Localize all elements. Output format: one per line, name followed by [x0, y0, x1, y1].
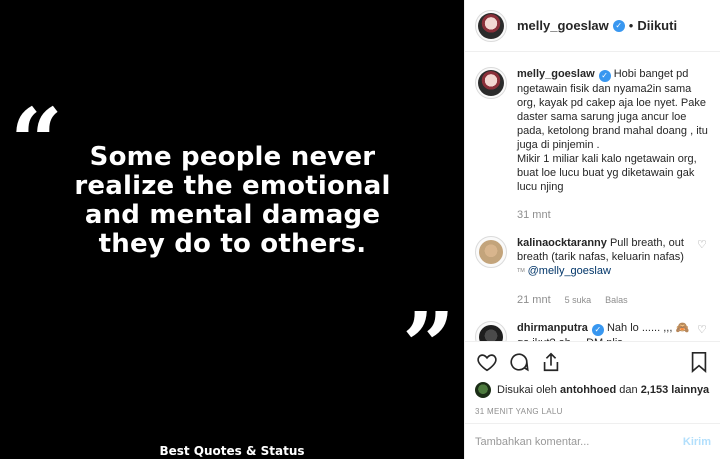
mention-link[interactable]: @melly_goeslaw: [528, 265, 611, 277]
post-timestamp[interactable]: 31 MENIT YANG LALU: [475, 407, 711, 416]
quote-text: Some people never realize the emotional …: [60, 143, 405, 259]
quote-line: Some people never: [89, 142, 376, 172]
post-image[interactable]: “ Some people never realize the emotiona…: [0, 0, 464, 459]
caption-row: melly_goeslaw ✓ Hobi banget pd ngetawain …: [475, 67, 709, 222]
caption-body: melly_goeslaw ✓ Hobi banget pd ngetawain …: [517, 67, 709, 222]
comment-like-count[interactable]: 5 suka: [565, 293, 592, 307]
post-comment-button[interactable]: Kirim: [683, 436, 711, 448]
post-actions-section: Disukai oleh antohhoed dan 2,153 lainnya…: [465, 341, 720, 416]
image-credit: Best Quotes & Status: [159, 444, 305, 458]
comment-input[interactable]: [475, 435, 683, 448]
caption-avatar-image: [478, 70, 504, 96]
comment-icon[interactable]: [507, 350, 531, 374]
caption-text-line2: Mikir 1 miliar kali kalo ngetawain org, …: [517, 153, 697, 193]
verified-badge-icon: ✓: [591, 324, 604, 336]
comment-row: kalinaocktaranny Pull breath, out breath…: [475, 236, 709, 307]
follow-status-button[interactable]: Diikuti: [637, 18, 677, 33]
liker-username[interactable]: antohhoed: [560, 384, 616, 396]
author-avatar[interactable]: [475, 9, 507, 42]
post-side-panel: melly_goeslaw ✓ • Diikuti melly_goeslaw ✓…: [464, 0, 720, 459]
close-quote-mark: ”: [402, 292, 455, 400]
commenter-username[interactable]: kalinaocktaranny: [517, 237, 607, 249]
comment-mention-line: ᵀᴹ @melly_goeslaw: [517, 264, 691, 279]
caption-time[interactable]: 31 mnt: [517, 208, 551, 222]
separator-dot: •: [628, 18, 634, 33]
caption-meta: 31 mnt: [517, 208, 709, 222]
comment-like-heart-icon[interactable]: ♡: [697, 240, 707, 251]
likes-summary: Disukai oleh antohhoed dan 2,153 lainnya: [475, 382, 711, 398]
heart-icon[interactable]: [475, 350, 499, 374]
add-comment-bar: Kirim: [465, 423, 720, 459]
quote-line: and mental damage: [84, 200, 381, 230]
comments-list[interactable]: melly_goeslaw ✓ Hobi banget pd ngetawain …: [465, 53, 720, 341]
comment-body: kalinaocktaranny Pull breath, out breath…: [517, 236, 709, 307]
commenter-username[interactable]: dhirmanputra: [517, 322, 588, 334]
author-username[interactable]: melly_goeslaw: [517, 18, 609, 33]
translate-icon: ᵀᴹ: [517, 267, 525, 276]
author-avatar-image: [478, 12, 504, 39]
comment-time[interactable]: 21 mnt: [517, 293, 551, 307]
quote-line: they do to others.: [98, 229, 367, 259]
caption-avatar[interactable]: [475, 67, 507, 99]
likes-count[interactable]: 2,153 lainnya: [641, 384, 710, 396]
comment-like-heart-icon[interactable]: ♡: [697, 325, 707, 336]
caption-text: Hobi banget pd ngetawain fisik dan nyama…: [517, 68, 708, 151]
commenter-avatar-image: [479, 325, 503, 341]
liker-avatar[interactable]: [475, 382, 491, 398]
post-header: melly_goeslaw ✓ • Diikuti: [465, 0, 720, 52]
verified-badge-icon: ✓: [598, 70, 611, 82]
open-quote-mark: “: [10, 88, 63, 196]
reply-button[interactable]: Balas: [605, 293, 628, 307]
commenter-avatar-image: [479, 240, 503, 264]
bookmark-icon[interactable]: [687, 350, 711, 374]
likes-connector: dan: [619, 384, 638, 396]
comment-body: dhirmanputra✓ Nah lo ...... ,,, 🙈 ga iku…: [517, 321, 709, 341]
share-icon[interactable]: [539, 350, 563, 374]
action-bar: [475, 348, 711, 376]
verified-badge-icon: ✓: [612, 19, 625, 32]
commenter-avatar[interactable]: [475, 236, 507, 268]
likes-prefix: Disukai oleh: [497, 384, 557, 396]
commenter-avatar[interactable]: [475, 321, 507, 341]
comment-row: dhirmanputra✓ Nah lo ...... ,,, 🙈 ga iku…: [475, 321, 709, 341]
caption-username[interactable]: melly_goeslaw: [517, 68, 595, 80]
quote-line: realize the emotional: [74, 171, 391, 201]
comment-meta: 21 mnt 5 suka Balas: [517, 293, 691, 307]
